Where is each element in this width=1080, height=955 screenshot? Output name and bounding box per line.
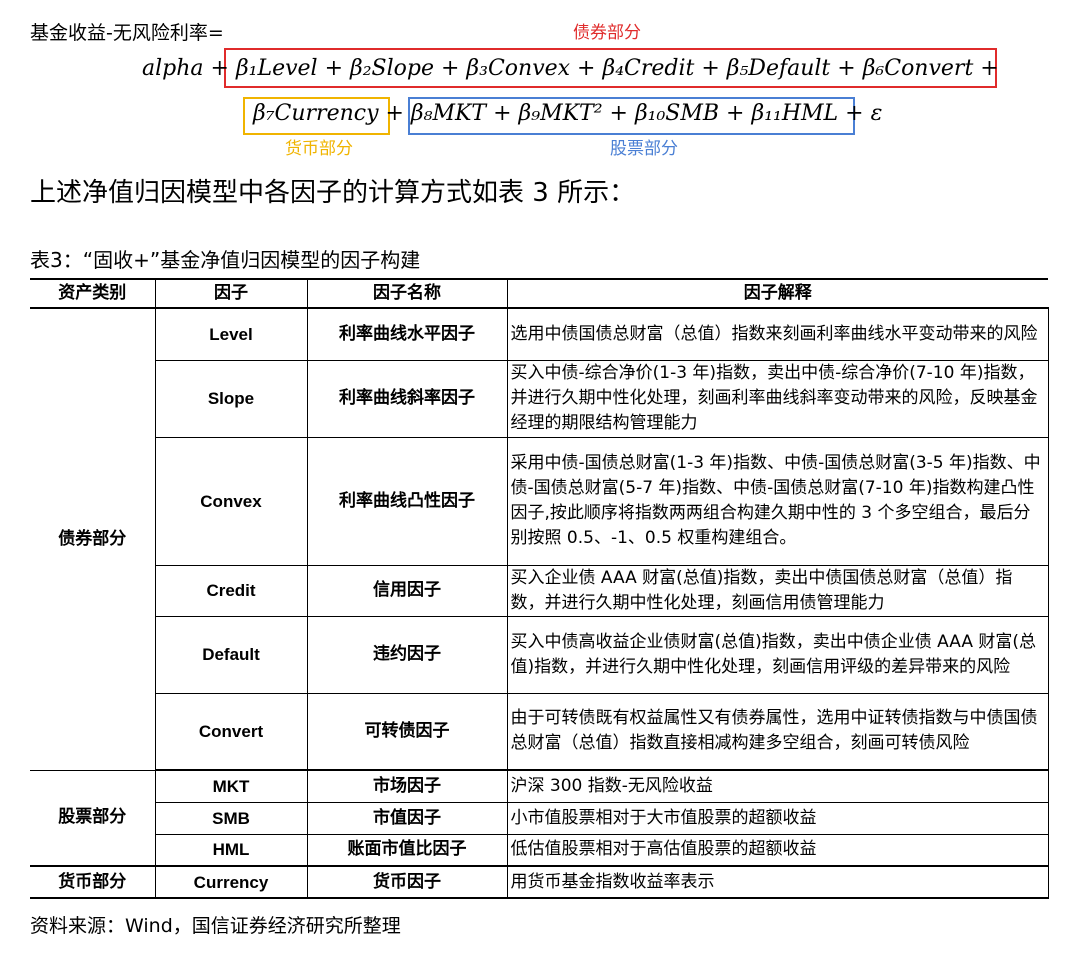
factor-cell: Credit (154, 564, 308, 617)
table-row: Credit 信用因子 买入企业债 AAA 财富(总值)指数，卖出中债国债总财富… (30, 564, 1049, 617)
table-row: SMB 市值因子 小市值股票相对于大市值股票的超额收益 (30, 801, 1049, 835)
table-row: Convert 可转债因子 由于可转债既有权益属性又有债券属性，选用中证转债指数… (30, 692, 1049, 771)
explanation-cell: 买入中债-综合净价(1-3 年)指数，卖出中债-综合净价(7-10 年)指数，并… (506, 359, 1049, 438)
explanation-cell: 采用中债-国债总财富(1-3 年)指数、中债-国债总财富(3-5 年)指数、中债… (506, 436, 1049, 566)
table-row: Default 违约因子 买入中债高收益企业债财富(总值)指数，卖出中债企业债 … (30, 615, 1049, 694)
explanation-cell: 由于可转债既有权益属性又有债券属性，选用中证转债指数与中债国债总财富（总值）指数… (506, 692, 1049, 771)
formula-line-1: alpha + β₁Level + β₂Slope + β₃Convex + β… (142, 56, 999, 81)
category-cell: 债券部分 (30, 307, 156, 771)
header-factor-name: 因子名称 (306, 278, 508, 309)
explanation-cell: 小市值股票相对于大市值股票的超额收益 (506, 801, 1049, 835)
factor-cell: MKT (154, 769, 308, 803)
factor-name-cell: 可转债因子 (306, 692, 508, 771)
table-row: 债券部分 Level 利率曲线水平因子 选用中债国债总财富（总值）指数来刻画利率… (30, 307, 1049, 771)
factor-cell: Default (154, 615, 308, 694)
factor-name-cell: 市场因子 (306, 769, 508, 803)
factor-cell: Level (154, 307, 308, 361)
source-note: 资料来源：Wind，国信证券经济研究所整理 (30, 915, 401, 937)
header-explanation: 因子解释 (506, 278, 1048, 309)
formula-lhs: 基金收益-无风险利率= (30, 22, 224, 44)
table-caption: 表3：“固收+”基金净值归因模型的因子构建 (30, 248, 421, 272)
table-row: 货币部分 Currency 货币因子 用货币基金指数收益率表示 (30, 865, 1049, 899)
stock-part-tag: 股票部分 (610, 139, 678, 159)
header-factor: 因子 (154, 278, 308, 309)
factor-cell: Currency (154, 865, 308, 899)
explanation-cell: 沪深 300 指数-无风险收益 (506, 769, 1049, 803)
explanation-cell: 选用中债国债总财富（总值）指数来刻画利率曲线水平变动带来的风险 (506, 307, 1049, 361)
body-paragraph: 上述净值归因模型中各因子的计算方式如表 3 所示： (30, 178, 636, 208)
factor-name-cell: 货币因子 (306, 865, 508, 899)
explanation-cell: 买入企业债 AAA 财富(总值)指数，卖出中债国债总财富（总值）指数，并进行久期… (506, 564, 1049, 617)
table-row: 股票部分 MKT 市场因子 沪深 300 指数-无风险收益 (30, 769, 1049, 867)
explanation-cell: 用货币基金指数收益率表示 (506, 865, 1049, 899)
explanation-cell: 低估值股票相对于高估值股票的超额收益 (506, 833, 1049, 867)
factor-table: 资产类别 因子 因子名称 因子解释 债券部分 Level 利率曲线水平因子 选用… (30, 278, 1049, 899)
factor-name-cell: 利率曲线凸性因子 (306, 436, 508, 566)
currency-part-tag: 货币部分 (285, 139, 353, 159)
factor-name-cell: 利率曲线水平因子 (306, 307, 508, 361)
factor-name-cell: 违约因子 (306, 615, 508, 694)
category-cell: 货币部分 (30, 865, 156, 899)
factor-cell: HML (154, 833, 308, 867)
header-category: 资产类别 (30, 278, 156, 309)
factor-cell: Convert (154, 692, 308, 771)
table-row: Convex 利率曲线凸性因子 采用中债-国债总财富(1-3 年)指数、中债-国… (30, 436, 1049, 566)
factor-name-cell: 市值因子 (306, 801, 508, 835)
table-header-row: 资产类别 因子 因子名称 因子解释 (30, 278, 1048, 309)
table-row: Slope 利率曲线斜率因子 买入中债-综合净价(1-3 年)指数，卖出中债-综… (30, 359, 1049, 438)
factor-name-cell: 账面市值比因子 (306, 833, 508, 867)
formula-line-2: β₇Currency + β₈MKT + β₉MKT² + β₁₀SMB + β… (253, 101, 883, 126)
factor-name-cell: 信用因子 (306, 564, 508, 617)
factor-cell: Convex (154, 436, 308, 566)
category-cell: 股票部分 (30, 769, 156, 867)
factor-name-cell: 利率曲线斜率因子 (306, 359, 508, 438)
table-row: HML 账面市值比因子 低估值股票相对于高估值股票的超额收益 (30, 833, 1049, 867)
factor-cell: SMB (154, 801, 308, 835)
bond-part-tag: 债券部分 (573, 23, 641, 43)
factor-cell: Slope (154, 359, 308, 438)
explanation-cell: 买入中债高收益企业债财富(总值)指数，卖出中债企业债 AAA 财富(总值)指数，… (506, 615, 1049, 694)
